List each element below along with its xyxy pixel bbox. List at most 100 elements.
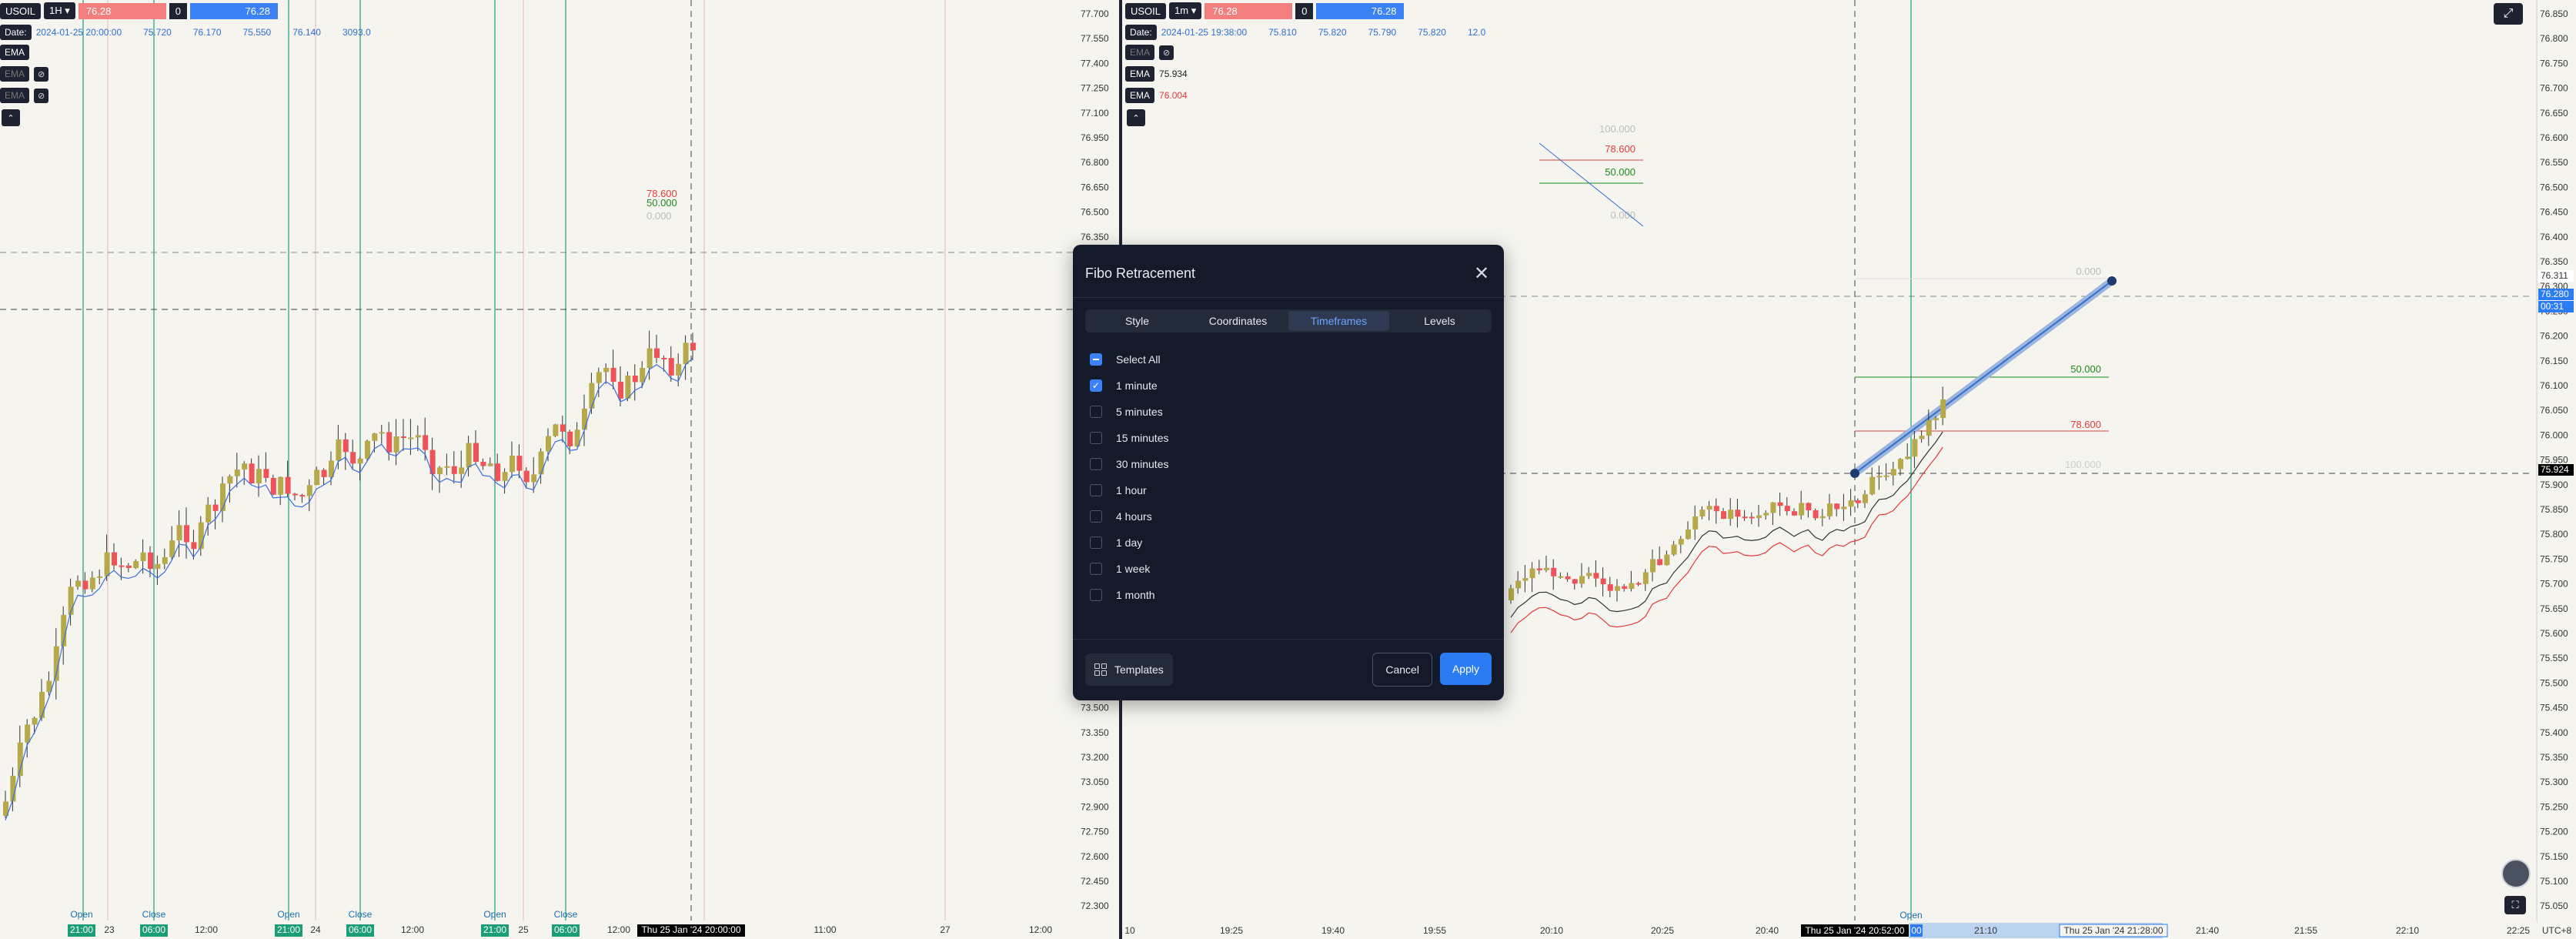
left-bid-price[interactable]: 76.28 [78,2,166,19]
time-axis-label: 20:10 [1540,925,1563,936]
chat-icon[interactable] [2501,859,2531,888]
right-indicator-ema-2[interactable]: EMA 75.934 [1125,66,1188,82]
price-axis-label: 76.700 [2540,83,2568,94]
candle-body [1642,572,1649,584]
left-date: 2024-01-25 20:00:00 [35,27,122,38]
hidden-eye-icon[interactable]: ⊘ [34,66,49,82]
left-symbol[interactable]: USOIL [0,2,42,19]
close-icon[interactable]: ✕ [1472,263,1492,284]
candle-body [495,463,501,481]
left-close: 76.140 [292,27,321,38]
dialog-tabs: Style Coordinates Timeframes Levels [1085,309,1492,332]
timeframe-label: 1 month [1116,589,1155,601]
tab-levels[interactable]: Levels [1389,311,1490,331]
tab-coordinates[interactable]: Coordinates [1188,311,1288,331]
timeframe-row[interactable]: 5 minutes [1090,399,1168,425]
timeframe-row[interactable]: 1 month [1090,582,1168,608]
left-volume: 3093.0 [342,27,371,38]
screenshot-icon[interactable]: ⛶ [2504,896,2526,914]
templates-button[interactable]: Templates [1085,653,1173,686]
left-indicator-ema-3[interactable]: EMA ⊘ [0,88,49,103]
right-symbol[interactable]: USOIL [1125,2,1167,19]
candle-body [1515,580,1522,589]
candle-body [212,504,219,511]
right-bid-price[interactable]: 76.28 [1204,2,1293,19]
time-axis-label: 10 [1124,925,1135,936]
divider [1073,297,1504,298]
candle-body [1735,510,1741,517]
indicator-label[interactable]: EMA [1125,88,1155,103]
indicator-label[interactable]: EMA [1125,66,1155,82]
tab-style[interactable]: Style [1087,311,1188,331]
indicator-label[interactable]: EMA [0,45,30,60]
candle-body [1792,511,1797,516]
price-axis-label: 75.100 [2540,876,2568,887]
candle-body [32,717,38,725]
timeframe-row[interactable]: 4 hours [1090,503,1168,530]
price-axis-label: 72.900 [1081,801,1109,812]
right-indicator-ema-3[interactable]: EMA 76.004 [1125,88,1188,103]
candle-body [1615,586,1620,591]
indicator-label[interactable]: EMA [0,88,30,103]
apply-button[interactable]: Apply [1439,653,1492,685]
timeframe-checkbox[interactable] [1090,484,1102,496]
left-ask-price[interactable]: 76.28 [190,2,279,19]
time-axis-label: Thu 25 Jan '24 21:28:00 [2063,925,2163,936]
right-indicator-ema-1[interactable]: EMA ⊘ [1125,45,1174,60]
candle-body [1607,584,1613,591]
time-axis-label: 21:00 [70,924,93,935]
candle-body [1799,503,1805,516]
timeframe-checkbox[interactable] [1090,432,1102,444]
timeframe-checkbox[interactable] [1090,589,1102,601]
candle-body [1827,503,1833,516]
timeframe-row[interactable]: 1 day [1090,530,1168,556]
hidden-eye-icon[interactable]: ⊘ [1159,45,1174,60]
candle-body [1813,510,1819,519]
indicator-label[interactable]: EMA [1125,45,1155,60]
right-ask-price[interactable]: 76.28 [1316,2,1405,19]
candle-body [1678,539,1684,545]
time-axis-label: 25 [518,924,529,935]
candle-body [654,348,660,358]
timeframe-label: 1 hour [1116,484,1147,496]
select-all-checkbox[interactable] [1090,353,1102,366]
left-indicator-ema-2[interactable]: EMA ⊘ [0,66,49,82]
candle-body [205,504,212,523]
timeframe-checkbox[interactable] [1090,458,1102,470]
tab-timeframes[interactable]: Timeframes [1288,311,1389,331]
cancel-button[interactable]: Cancel [1372,653,1432,687]
timeframe-checkbox[interactable] [1090,563,1102,575]
timeframe-row[interactable]: 1 hour [1090,477,1168,503]
timeframe-row[interactable]: 1 week [1090,556,1168,582]
timeframe-checkbox[interactable] [1090,406,1102,418]
candle-body [459,467,465,474]
timeframe-row[interactable]: ✓ 1 minute [1090,373,1168,399]
timeframe-row[interactable]: 15 minutes [1090,425,1168,451]
maximize-icon[interactable]: ⤢ [2494,3,2523,25]
left-indicator-ema-1[interactable]: EMA [0,45,30,60]
timeframe-checkbox[interactable]: ✓ [1090,379,1102,392]
select-all-row[interactable]: Select All [1090,346,1168,373]
candle-body [1912,439,1918,457]
timeframe-row[interactable]: 30 minutes [1090,451,1168,477]
price-axis-label: 76.450 [2540,207,2568,218]
divider [1073,639,1504,640]
ema-value: 76.004 [1159,90,1188,101]
timeframe-checkbox[interactable] [1090,510,1102,523]
timeframe-checkbox[interactable] [1090,536,1102,549]
candle-body [1728,510,1734,520]
price-axis-label: 76.150 [2540,356,2568,366]
indicator-label[interactable]: EMA [0,66,30,82]
collapse-indicators-icon[interactable]: ⌃ [1127,109,1145,126]
left-timeframe-select[interactable]: 1H ▾ [44,2,75,19]
right-timeframe-select[interactable]: 1m ▾ [1169,2,1202,19]
templates-icon [1094,663,1107,676]
collapse-indicators-icon[interactable]: ⌃ [2,109,20,126]
hidden-eye-icon[interactable]: ⊘ [34,88,49,103]
fib-label: 78.600 [1605,143,1635,155]
price-axis-label: 72.600 [1081,851,1109,862]
price-axis-label: 76.050 [2540,405,2568,416]
candle-body [1586,573,1592,576]
candle-body [1629,583,1635,590]
candle-body [1749,516,1755,519]
